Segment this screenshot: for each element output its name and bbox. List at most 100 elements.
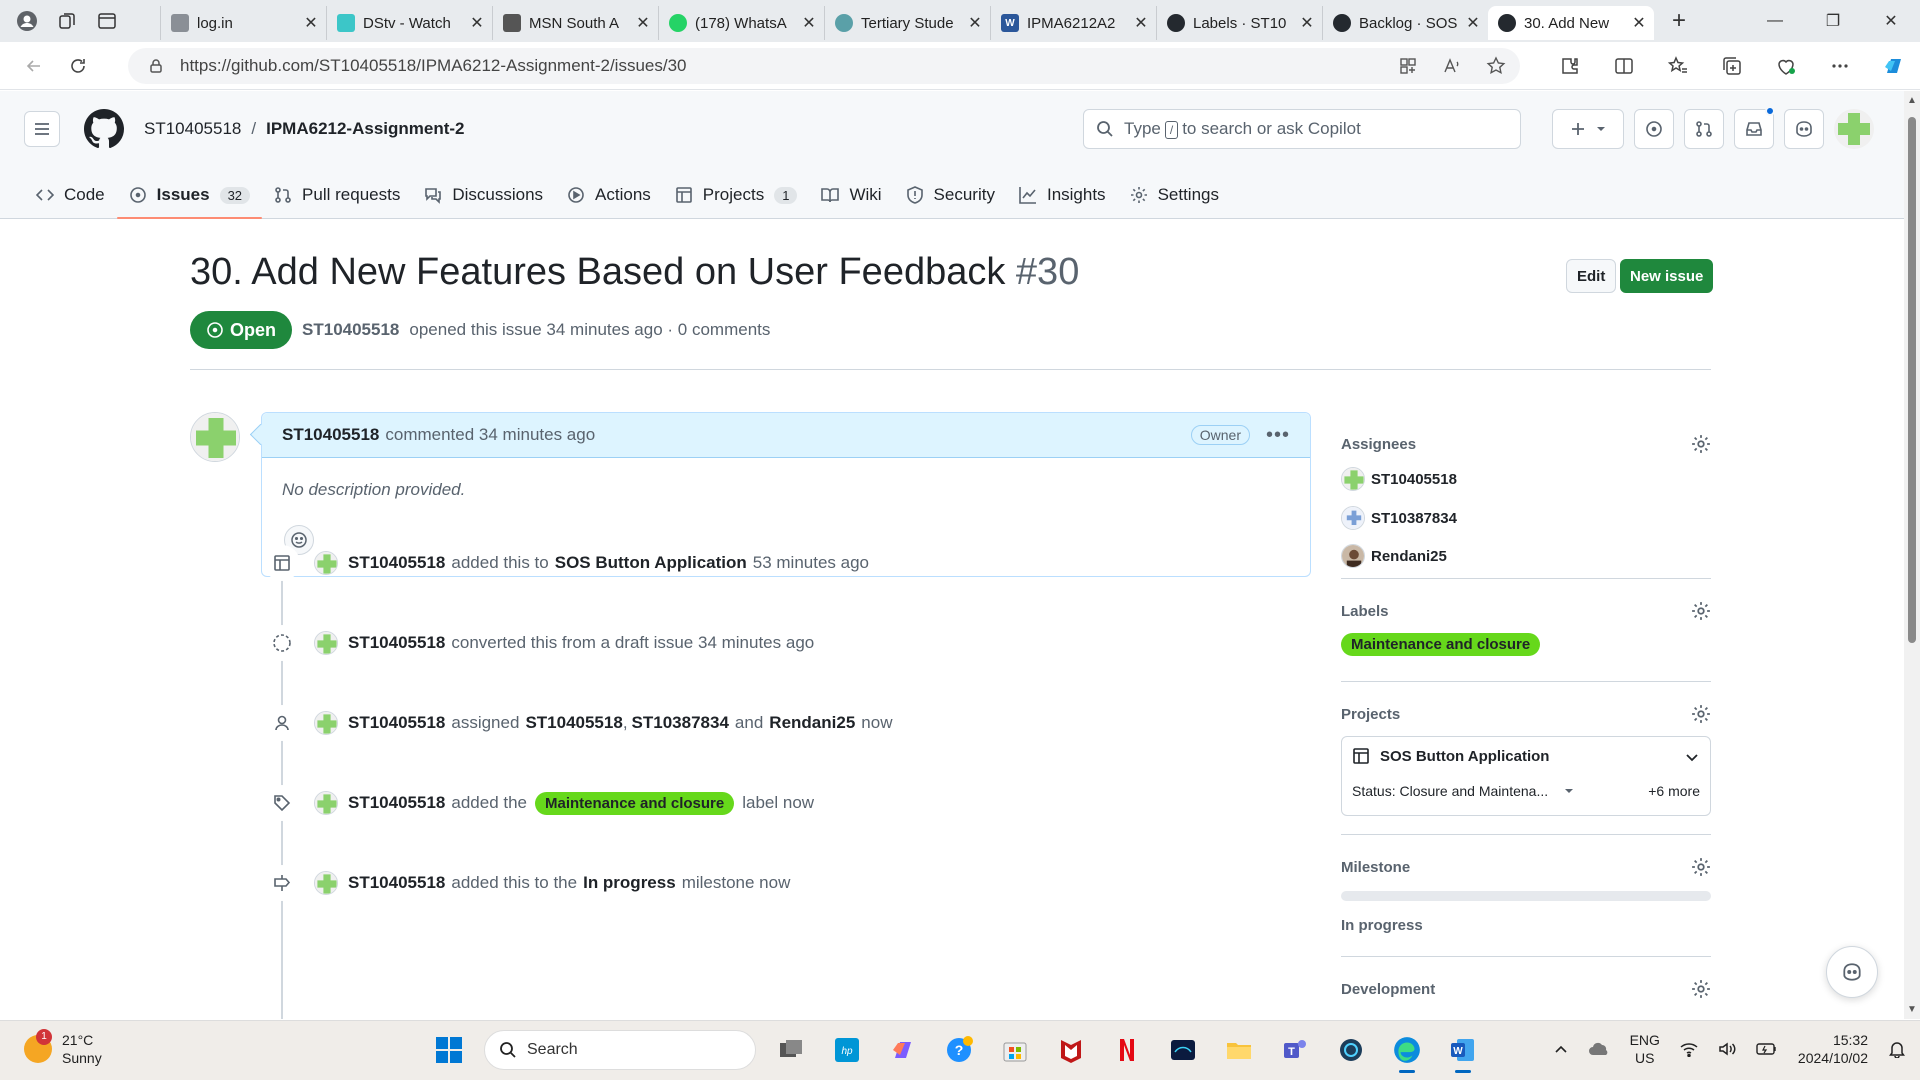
tab-insights[interactable]: Insights: [1007, 171, 1118, 219]
your-pull-requests-button[interactable]: [1684, 109, 1724, 149]
close-icon[interactable]: ✕: [968, 13, 982, 33]
disney-plus-icon[interactable]: [1162, 1029, 1204, 1071]
netflix-icon[interactable]: [1106, 1029, 1148, 1071]
tab-actions-icon[interactable]: [94, 8, 120, 34]
github-logo-icon[interactable]: [84, 109, 124, 149]
label-pill[interactable]: Maintenance and closure: [1341, 633, 1541, 656]
scrollbar-thumb[interactable]: [1908, 117, 1916, 643]
volume-icon[interactable]: [1718, 1041, 1736, 1057]
close-icon[interactable]: ✕: [1632, 13, 1646, 33]
windows-start-icon[interactable]: [428, 1029, 470, 1071]
tab-issues[interactable]: Issues 32: [116, 171, 263, 219]
assignee-item[interactable]: Rendani25: [1341, 544, 1447, 568]
your-issues-button[interactable]: [1634, 109, 1674, 149]
issue-author[interactable]: ST10405518: [302, 320, 399, 340]
gear-icon[interactable]: [1691, 979, 1711, 999]
project-link[interactable]: SOS Button Application: [1352, 747, 1549, 765]
workspaces-icon[interactable]: [54, 8, 80, 34]
avatar[interactable]: [314, 791, 338, 815]
browser-tab-active[interactable]: 30. Add New ✕: [1488, 6, 1654, 40]
event-actor[interactable]: ST10405518: [348, 873, 445, 893]
project-status-dropdown[interactable]: Status: Closure and Maintena...: [1352, 783, 1574, 799]
close-icon[interactable]: ✕: [1134, 13, 1148, 33]
browser-tab[interactable]: MSN South A ✕: [492, 6, 658, 40]
teams-icon[interactable]: T: [1274, 1029, 1316, 1071]
inbox-button[interactable]: [1734, 106, 1775, 149]
kebab-menu-icon[interactable]: •••: [1266, 424, 1290, 447]
tab-code[interactable]: Code: [24, 171, 117, 219]
close-window-button[interactable]: ✕: [1862, 0, 1920, 42]
notification-bell-icon[interactable]: [1888, 1040, 1906, 1058]
url-field[interactable]: https://github.com/ST10405518/IPMA6212-A…: [128, 48, 1520, 84]
avatar[interactable]: [314, 551, 338, 575]
mcafee-icon[interactable]: [1050, 1029, 1092, 1071]
browser-tab[interactable]: log.in ✕: [160, 6, 326, 40]
avatar[interactable]: [190, 412, 240, 462]
restore-button[interactable]: ❐: [1804, 0, 1862, 42]
favorite-star-icon[interactable]: [1486, 56, 1506, 76]
split-screen-icon[interactable]: [1608, 50, 1640, 82]
tab-pull-requests[interactable]: Pull requests: [262, 171, 412, 219]
assignee-item[interactable]: ST10405518: [1341, 467, 1457, 491]
milestone-name[interactable]: In progress: [1341, 917, 1423, 934]
onedrive-cloud-icon[interactable]: [1588, 1041, 1610, 1057]
assignee-link[interactable]: ST10405518: [525, 713, 622, 733]
microsoft-store-icon[interactable]: [994, 1029, 1036, 1071]
project-more-link[interactable]: +6 more: [1648, 783, 1700, 799]
chevron-down-icon[interactable]: [1684, 749, 1700, 765]
event-project-link[interactable]: SOS Button Application: [555, 553, 747, 573]
system-clock[interactable]: 15:32 2024/10/02: [1798, 1031, 1868, 1067]
browser-tab[interactable]: Backlog · SOS ✕: [1322, 6, 1488, 40]
copilot-app-icon[interactable]: [882, 1029, 924, 1071]
minimize-button[interactable]: —: [1746, 0, 1804, 42]
page-scrollbar[interactable]: ▲ ▼: [1904, 91, 1920, 1019]
assignee-link[interactable]: Rendani25: [769, 713, 855, 733]
gear-icon[interactable]: [1691, 857, 1711, 877]
new-tab-button[interactable]: +: [1662, 4, 1696, 38]
assignee-link[interactable]: ST10387834: [632, 713, 729, 733]
task-view-icon[interactable]: [770, 1029, 812, 1071]
browser-tab[interactable]: (178) WhatsA ✕: [658, 6, 824, 40]
hamburger-menu-button[interactable]: [24, 111, 60, 147]
collections-icon[interactable]: [1716, 50, 1748, 82]
close-icon[interactable]: ✕: [802, 13, 816, 33]
browser-tab[interactable]: W IPMA6212A2 ✕: [990, 6, 1156, 40]
app-available-icon[interactable]: [1398, 56, 1418, 76]
close-icon[interactable]: ✕: [304, 13, 318, 33]
copilot-icon[interactable]: [1878, 50, 1910, 82]
assignee-item[interactable]: ST10387834: [1341, 506, 1457, 530]
more-options-icon[interactable]: [1824, 50, 1856, 82]
gear-icon[interactable]: [1691, 704, 1711, 724]
weather-widget[interactable]: 1 21°C Sunny: [24, 1029, 102, 1067]
avatar[interactable]: [314, 631, 338, 655]
wifi-icon[interactable]: [1680, 1041, 1698, 1057]
gear-icon[interactable]: [1691, 601, 1711, 621]
browser-tab[interactable]: DStv - Watch ✕: [326, 6, 492, 40]
copilot-chat-button[interactable]: [1826, 946, 1878, 998]
event-actor[interactable]: ST10405518: [348, 793, 445, 813]
event-actor[interactable]: ST10405518: [348, 713, 445, 733]
taskbar-search[interactable]: Search: [484, 1030, 756, 1070]
breadcrumb-owner[interactable]: ST10405518: [144, 119, 241, 139]
search-input[interactable]: Type / to search or ask Copilot: [1083, 109, 1521, 149]
copilot-button[interactable]: [1784, 109, 1824, 149]
label-pill[interactable]: Maintenance and closure: [535, 791, 735, 815]
word-icon[interactable]: W: [1442, 1029, 1484, 1073]
comment-meta[interactable]: commented 34 minutes ago: [385, 425, 595, 445]
breadcrumb-repo[interactable]: IPMA6212-Assignment-2: [266, 119, 464, 139]
comment-author[interactable]: ST10405518: [282, 425, 379, 445]
tab-actions[interactable]: Actions: [555, 171, 663, 219]
close-icon[interactable]: ✕: [636, 13, 650, 33]
browser-tab[interactable]: Labels · ST10 ✕: [1156, 6, 1322, 40]
close-icon[interactable]: ✕: [470, 13, 484, 33]
browser-tab[interactable]: Tertiary Stude ✕: [824, 6, 990, 40]
extensions-icon[interactable]: [1554, 50, 1586, 82]
tab-discussions[interactable]: Discussions: [412, 171, 555, 219]
read-aloud-icon[interactable]: [1442, 56, 1462, 76]
event-actor[interactable]: ST10405518: [348, 553, 445, 573]
scroll-up-arrow-icon[interactable]: ▲: [1907, 95, 1917, 106]
event-actor[interactable]: ST10405518: [348, 633, 445, 653]
scroll-down-arrow-icon[interactable]: ▼: [1907, 1004, 1917, 1015]
avatar[interactable]: [314, 871, 338, 895]
browser-essentials-icon[interactable]: [1770, 50, 1802, 82]
